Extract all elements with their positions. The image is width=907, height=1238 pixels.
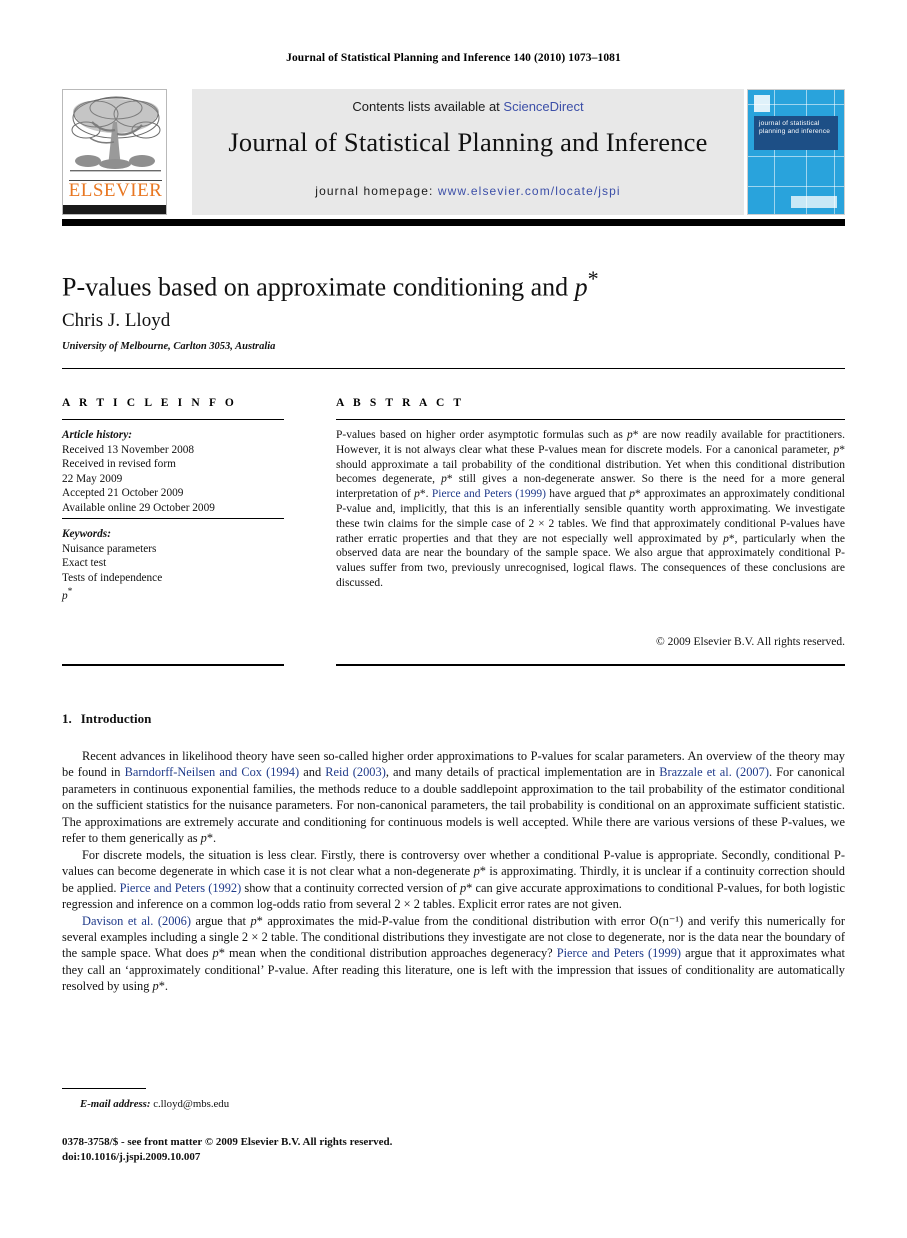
cover-gridline: [748, 156, 844, 157]
text-run: *.: [419, 488, 432, 501]
article-history-label: Article history:: [62, 429, 132, 441]
article-history-block: Article history: Received 13 November 20…: [62, 428, 292, 516]
issn-copyright-block: 0378-3758/$ - see front matter © 2009 El…: [62, 1135, 392, 1164]
text-run: P-values based on higher order asymptoti…: [336, 429, 628, 441]
elsevier-logo: ELSEVIER: [62, 89, 167, 215]
section-title: Introduction: [80, 711, 152, 726]
contents-available-line: Contents lists available at ScienceDirec…: [192, 99, 744, 114]
article-history-item: Available online 29 October 2009: [62, 501, 215, 514]
abstract-heading: A B S T R A C T: [336, 397, 465, 409]
homepage-label: journal homepage:: [315, 184, 438, 198]
abstract-bottom-rule: [336, 664, 845, 666]
page-title-math: p: [574, 272, 588, 302]
body-paragraph: For discrete models, the situation is le…: [62, 847, 845, 913]
text-run: , and many details of practical implemen…: [385, 765, 660, 780]
corresponding-email: E-mail address: c.lloyd@mbs.edu: [80, 1098, 229, 1110]
citation-link[interactable]: Reid (2003): [325, 765, 386, 779]
article-history-item: Received in revised form: [62, 458, 176, 471]
journal-title: Journal of Statistical Planning and Infe…: [228, 127, 708, 157]
text-run: argue that: [190, 913, 251, 928]
email-address-link[interactable]: c.lloyd@mbs.edu: [153, 1098, 229, 1110]
elsevier-tree-icon: [66, 92, 165, 180]
keyword-item[interactable]: Exact test: [62, 556, 292, 571]
cover-title-band: journal of statistical planning and infe…: [754, 116, 838, 150]
abstract-rule: [336, 419, 845, 420]
sciencedirect-link[interactable]: ScienceDirect: [503, 99, 583, 114]
cover-title-text: journal of statistical planning and infe…: [759, 120, 831, 136]
doi-line: doi:10.1016/j.jspi.2009.10.007: [62, 1150, 201, 1163]
article-info-rule: [62, 419, 284, 420]
abstract-copyright: © 2009 Elsevier B.V. All rights reserved…: [656, 636, 845, 648]
email-label: E-mail address:: [80, 1098, 151, 1110]
article-history-item: Accepted 21 October 2009: [62, 487, 184, 500]
introduction-body: Recent advances in likelihood theory hav…: [62, 748, 845, 995]
journal-masthead: ELSEVIER Contents lists available at Sci…: [62, 89, 845, 215]
citation-link[interactable]: Pierce and Peters (1992): [120, 881, 242, 895]
masthead-center-panel: Contents lists available at ScienceDirec…: [192, 89, 744, 215]
cover-gridline: [748, 186, 844, 187]
article-history-bottom-rule: [62, 518, 284, 519]
text-run: have argued that: [545, 488, 630, 501]
running-head: Journal of Statistical Planning and Infe…: [286, 52, 621, 64]
contents-available-label: Contents lists available at: [352, 99, 504, 114]
article-info-heading: A R T I C L E I N F O: [62, 397, 237, 409]
text-run: *.: [206, 831, 217, 846]
citation-link[interactable]: Pierce and Peters (1999): [557, 946, 681, 960]
keywords-block: Keywords: Nuisance parameters Exact test T…: [62, 527, 292, 604]
keyword-item[interactable]: p*: [62, 585, 292, 603]
cover-elsevier-mark-icon: [754, 95, 770, 112]
keywords-list: Nuisance parameters Exact test Tests of in…: [62, 542, 292, 604]
cover-sciencedirect-mark-icon: [791, 196, 837, 208]
article-info-bottom-rule: [62, 664, 284, 666]
citation-link[interactable]: Barndorff-Neilsen and Cox (1994): [125, 765, 300, 779]
footnote-rule: [62, 1088, 146, 1089]
text-run: and: [299, 765, 326, 780]
logo-bottom-bar: [63, 205, 166, 214]
text-run: *.: [158, 979, 169, 994]
masthead-bottom-bar: [62, 219, 845, 226]
keyword-item[interactable]: Tests of independence: [62, 571, 292, 586]
article-history-item: Received 13 November 2008: [62, 443, 195, 456]
page-title-text: P-values based on approximate conditioni…: [62, 272, 575, 302]
citation-link[interactable]: Pierce and Peters (1999): [432, 488, 546, 500]
section-number: 1.: [62, 711, 72, 726]
page-title: P-values based on approximate conditioni…: [62, 263, 762, 304]
journal-cover-thumbnail: journal of statistical planning and infe…: [747, 89, 845, 215]
abstract-text: P-values based on higher order asymptoti…: [336, 428, 845, 591]
author-affiliation: University of Melbourne, Carlton 3053, A…: [62, 341, 276, 352]
paper-page: Journal of Statistical Planning and Infe…: [0, 0, 907, 1238]
page-title-star: *: [587, 266, 599, 291]
info-section-top-rule: [62, 368, 845, 369]
body-paragraph: Davison et al. (2006) argue that p* appr…: [62, 913, 845, 995]
keywords-label: Keywords:: [62, 528, 111, 540]
text-run: show that a continuity corrected version…: [241, 880, 460, 895]
article-history-list: Received 13 November 2008 Received in rev…: [62, 443, 292, 516]
elsevier-wordmark: ELSEVIER: [68, 180, 163, 201]
citation-link[interactable]: Davison et al. (2006): [82, 914, 191, 928]
journal-homepage-line: journal homepage: www.elsevier.com/locat…: [192, 184, 744, 198]
author-name: Chris J. Lloyd: [62, 310, 171, 331]
issn-line: 0378-3758/$ - see front matter © 2009 El…: [62, 1136, 393, 1148]
cover-gridline: [774, 90, 775, 214]
keyword-item[interactable]: Nuisance parameters: [62, 542, 292, 557]
text-run: * mean when the conditional distribution…: [218, 946, 557, 961]
body-paragraph: Recent advances in likelihood theory hav…: [62, 748, 845, 847]
section-heading-introduction: 1. Introduction: [62, 711, 151, 727]
citation-link[interactable]: Brazzale et al. (2007): [659, 765, 769, 779]
journal-homepage-link[interactable]: www.elsevier.com/locate/jspi: [438, 184, 621, 198]
article-history-item: 22 May 2009: [62, 472, 123, 485]
